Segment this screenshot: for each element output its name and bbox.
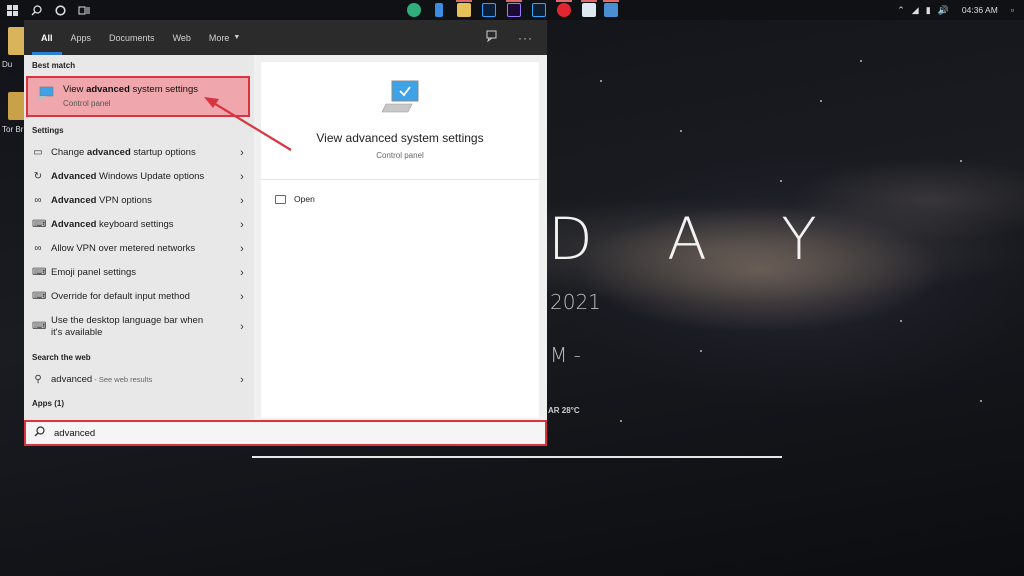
search-menu: All Apps Documents Web More ▼ ··· Best ma…: [24, 20, 547, 446]
preview-title: View advanced system settings: [316, 131, 484, 145]
desktop-icon-label: Du: [2, 60, 13, 69]
opera-icon[interactable]: [557, 3, 571, 17]
settings-item-vpn-metered[interactable]: ∞ Allow VPN over metered networks ›: [24, 237, 254, 261]
top-right-actions: ···: [486, 20, 533, 55]
more-options-icon[interactable]: ···: [518, 31, 533, 45]
wifi-icon[interactable]: ◢: [912, 5, 919, 16]
tab-documents[interactable]: Documents: [100, 20, 164, 55]
wallpaper-time-text: M -: [550, 343, 581, 367]
search-web-heading: Search the web: [32, 353, 91, 362]
best-match-title: View advanced system settings: [63, 84, 198, 95]
divider-line: [252, 456, 782, 458]
chevron-right-icon: ›: [240, 321, 244, 333]
chevron-right-icon: ›: [240, 147, 244, 159]
keyboard-icon: ⌨: [32, 267, 47, 278]
active-app-indicator: [506, 0, 522, 2]
sublime-icon[interactable]: [582, 3, 596, 17]
wallpaper-weather-text: AR 28°C: [548, 406, 580, 415]
tab-all[interactable]: All: [32, 20, 62, 55]
file-explorer-icon[interactable]: [435, 3, 443, 17]
preview-header: View advanced system settings Control pa…: [261, 62, 539, 180]
search-icon[interactable]: [24, 0, 48, 20]
battery-icon[interactable]: ▮: [926, 5, 931, 16]
best-match-result[interactable]: View advanced system settings Control pa…: [26, 76, 250, 117]
open-label: Open: [294, 194, 315, 204]
taskbar: ⌃ ◢ ▮ 🔊 04:36 AM ▫: [0, 0, 1024, 20]
search-icon: ⚲: [34, 374, 42, 385]
wallpaper-day-text: D A Y: [548, 205, 845, 273]
monitor-icon: ▭: [33, 147, 43, 158]
preview-subtitle: Control panel: [376, 151, 424, 160]
search-box[interactable]: [24, 420, 547, 446]
settings-heading: Settings: [32, 126, 64, 135]
notification-icon[interactable]: ▫: [1011, 5, 1014, 15]
active-app-indicator: [456, 0, 472, 2]
keyboard-icon: ⌨: [32, 219, 47, 230]
clock[interactable]: 04:36 AM: [962, 5, 998, 15]
system-tray: ⌃ ◢ ▮ 🔊 04:36 AM ▫: [897, 0, 1024, 20]
apps-heading: Apps (1): [32, 399, 64, 408]
settings-item-language-bar[interactable]: ⌨ Use the desktop language bar when it's…: [24, 311, 254, 343]
results-list: Best match View advanced system settings…: [24, 55, 254, 420]
best-match-subtitle: Control panel: [63, 99, 111, 108]
preview-pane: View advanced system settings Control pa…: [261, 62, 539, 418]
tab-web[interactable]: Web: [164, 20, 200, 55]
active-app-indicator: [556, 0, 572, 2]
open-icon: [275, 194, 286, 204]
tab-more-label: More: [208, 32, 230, 43]
tab-more[interactable]: More ▼: [200, 20, 249, 55]
search-icon: [34, 426, 48, 440]
chevron-right-icon: ›: [240, 267, 244, 279]
steam-icon[interactable]: [604, 3, 618, 17]
active-app-indicator: [581, 0, 597, 2]
premiere-pro-icon[interactable]: [507, 3, 521, 17]
keyboard-icon: ⌨: [32, 291, 47, 302]
chevron-right-icon: ›: [240, 374, 244, 386]
chevron-up-icon[interactable]: ⌃: [897, 5, 905, 16]
desktop-icon-label: Tor Br: [2, 125, 24, 134]
windows-start-icon[interactable]: [0, 0, 24, 20]
settings-item-startup[interactable]: ▭ Change advanced startup options ›: [24, 141, 254, 165]
vpn-icon: ∞: [34, 195, 42, 206]
settings-item-vpn[interactable]: ∞ Advanced VPN options ›: [24, 189, 254, 213]
chevron-right-icon: ›: [240, 171, 244, 183]
settings-item-keyboard[interactable]: ⌨ Advanced keyboard settings ›: [24, 213, 254, 237]
feedback-icon[interactable]: [486, 30, 498, 45]
settings-item-windows-update[interactable]: ↻ Advanced Windows Update options ›: [24, 165, 254, 189]
system-settings-icon: [382, 80, 419, 113]
chevron-right-icon: ›: [240, 219, 244, 231]
chevron-down-icon: ▼: [233, 34, 241, 41]
active-app-indicator: [603, 0, 619, 2]
settings-item-input-method[interactable]: ⌨ Override for default input method ›: [24, 285, 254, 309]
wallpaper-year-text: 2021: [550, 290, 601, 314]
settings-item-emoji[interactable]: ⌨ Emoji panel settings ›: [24, 261, 254, 285]
web-search-result[interactable]: ⚲ advanced - See web results ›: [24, 368, 254, 392]
sync-icon: ↻: [33, 171, 43, 182]
task-view-icon[interactable]: [72, 0, 96, 20]
lightroom-classic-icon[interactable]: [532, 3, 546, 17]
open-action[interactable]: Open: [275, 194, 315, 204]
photoshop-icon[interactable]: [482, 3, 496, 17]
best-match-heading: Best match: [32, 61, 76, 70]
chevron-right-icon: ›: [240, 243, 244, 255]
search-input[interactable]: [54, 427, 454, 439]
cortana-icon[interactable]: [48, 0, 72, 20]
system-settings-icon: [38, 86, 54, 99]
volume-icon[interactable]: 🔊: [938, 5, 949, 16]
chevron-right-icon: ›: [240, 195, 244, 207]
chevron-right-icon: ›: [240, 291, 244, 303]
edge-icon[interactable]: [407, 3, 421, 17]
tab-apps[interactable]: Apps: [62, 20, 101, 55]
folder-icon[interactable]: [457, 3, 471, 17]
search-tabs-bar: All Apps Documents Web More ▼ ···: [24, 20, 547, 55]
vpn-icon: ∞: [34, 243, 42, 254]
keyboard-icon: ⌨: [32, 321, 47, 332]
